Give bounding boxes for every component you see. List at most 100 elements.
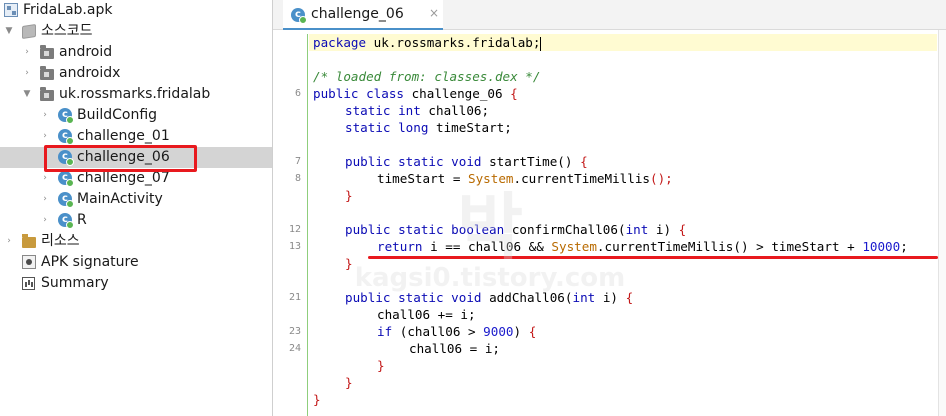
tree-item-package-app[interactable]: ▼ uk.rossmarks.fridalab xyxy=(0,84,272,105)
code-token: return xyxy=(377,239,423,254)
code-line: public class challenge_06 { xyxy=(313,85,518,102)
code-token: System xyxy=(551,239,597,254)
code-line: /* loaded from: classes.dex */ xyxy=(313,68,540,85)
code-line: public static boolean confirmChall06(int… xyxy=(345,221,686,238)
tree-item-label: challenge_01 xyxy=(77,128,170,144)
tree-item-source-code[interactable]: ▼ 소스코드 xyxy=(0,21,272,42)
chevron-right-icon[interactable]: › xyxy=(21,42,33,63)
code-token: public static void xyxy=(345,290,482,305)
chevron-down-icon[interactable]: ▼ xyxy=(3,21,15,42)
class-icon: c xyxy=(58,192,74,208)
code-token: { xyxy=(510,86,518,101)
line-number: 21 xyxy=(288,292,301,303)
tree-item-label: APK signature xyxy=(41,254,139,270)
chevron-right-icon[interactable]: › xyxy=(21,63,33,84)
vertical-scrollbar[interactable] xyxy=(938,30,946,416)
code-token: challenge_06 xyxy=(404,86,511,101)
tree-item-class-mainactivity[interactable]: › c MainActivity xyxy=(0,189,272,210)
code-token: int xyxy=(572,290,596,305)
line-number: 12 xyxy=(288,224,301,235)
code-line: package uk.rossmarks.fridalab; xyxy=(313,34,542,51)
code-line: static long timeStart; xyxy=(345,119,512,136)
line-number: 13 xyxy=(288,241,301,252)
code-token: static long xyxy=(345,120,429,135)
chevron-right-icon[interactable]: › xyxy=(39,105,51,126)
code-token: chall06 = i; xyxy=(409,341,500,356)
code-line: } xyxy=(377,357,385,374)
highlight-box xyxy=(44,145,197,172)
code-token: if xyxy=(377,324,393,339)
class-icon: c xyxy=(58,108,74,124)
chevron-right-icon[interactable]: › xyxy=(39,126,51,147)
code-line-return: return i == chall06 && System.currentTim… xyxy=(377,238,908,255)
code-token: { xyxy=(580,154,588,169)
code-token: i == chall06 && xyxy=(422,239,552,254)
class-icon: c xyxy=(291,8,307,24)
tree-item-class-buildconfig[interactable]: › c BuildConfig xyxy=(0,105,272,126)
code-token: startTime() xyxy=(481,154,581,169)
code-line: timeStart = System.currentTimeMillis(); xyxy=(377,170,673,187)
code-token: chall06 += i; xyxy=(377,307,476,322)
code-token: static int xyxy=(345,103,421,118)
code-token: public static void xyxy=(345,154,482,169)
code-area[interactable]: package uk.rossmarks.fridalab; /* loaded… xyxy=(313,34,938,416)
code-line: chall06 += i; xyxy=(377,306,476,323)
signature-icon xyxy=(22,255,36,269)
code-token: { xyxy=(678,222,687,237)
code-token: { xyxy=(528,324,537,339)
line-number: 6 xyxy=(294,88,301,99)
tree-item-label: uk.rossmarks.fridalab xyxy=(59,86,211,102)
code-line: public static void addChall06(int i) { xyxy=(345,289,633,306)
chevron-right-icon[interactable]: › xyxy=(39,210,51,231)
code-line: public static void startTime() { xyxy=(345,153,588,170)
source-code-icon xyxy=(22,24,36,39)
tab-challenge-06[interactable]: c challenge_06 × xyxy=(283,0,443,30)
code-line: } xyxy=(345,374,353,391)
tree-item-apk-signature[interactable]: APK signature xyxy=(0,252,272,273)
line-number: 23 xyxy=(288,326,301,337)
summary-icon xyxy=(22,277,35,290)
code-token: i) xyxy=(595,290,626,305)
code-token: chall06; xyxy=(420,103,490,118)
code-token: (); xyxy=(649,171,673,186)
tree-item-label: 리소스 xyxy=(41,233,80,249)
code-token: } xyxy=(345,256,353,271)
tree-item-label: R xyxy=(77,212,87,228)
text-cursor xyxy=(540,36,542,51)
tree-item-resources[interactable]: › 리소스 xyxy=(0,231,272,252)
code-line: chall06 = i; xyxy=(409,340,500,357)
chevron-right-icon[interactable]: › xyxy=(3,231,15,252)
folder-icon xyxy=(22,234,36,248)
code-line: static int chall06; xyxy=(345,102,489,119)
code-token: public class xyxy=(313,86,404,101)
code-token: public static boolean xyxy=(345,222,505,237)
editor-tab-bar: c challenge_06 × xyxy=(273,0,946,30)
line-number: 8 xyxy=(294,173,301,184)
close-icon[interactable]: × xyxy=(429,6,439,20)
class-icon: c xyxy=(58,171,74,187)
code-token: package xyxy=(313,35,367,50)
tree-item-package-android[interactable]: › android xyxy=(0,42,272,63)
tree-item-class-challenge-01[interactable]: › c challenge_01 xyxy=(0,126,272,147)
tree-item-class-r[interactable]: › c R xyxy=(0,210,272,231)
tree-item-label: FridaLab.apk xyxy=(23,2,113,18)
code-line: } xyxy=(345,255,353,272)
tree-item-summary[interactable]: Summary xyxy=(0,273,272,294)
chevron-down-icon[interactable]: ▼ xyxy=(21,84,33,105)
tree-item-package-androidx[interactable]: › androidx xyxy=(0,63,272,84)
code-line: } xyxy=(345,187,353,204)
tree-item-label: MainActivity xyxy=(77,191,163,207)
code-token: } xyxy=(345,188,353,203)
code-token: { xyxy=(625,290,634,305)
tree-item-apk[interactable]: FridaLab.apk xyxy=(0,0,272,21)
gutter-separator xyxy=(307,34,308,416)
code-token: addChall06( xyxy=(481,290,573,305)
line-number-gutter: 6 7 8 12 13 21 23 24 xyxy=(273,34,307,416)
code-token: 10000 xyxy=(862,239,901,254)
chevron-right-icon[interactable]: › xyxy=(39,189,51,210)
tree-item-label: androidx xyxy=(59,65,121,81)
class-icon: c xyxy=(58,129,74,145)
line-number: 7 xyxy=(294,156,301,167)
code-token: .currentTimeMillis xyxy=(596,239,734,254)
line-number: 24 xyxy=(288,343,301,354)
